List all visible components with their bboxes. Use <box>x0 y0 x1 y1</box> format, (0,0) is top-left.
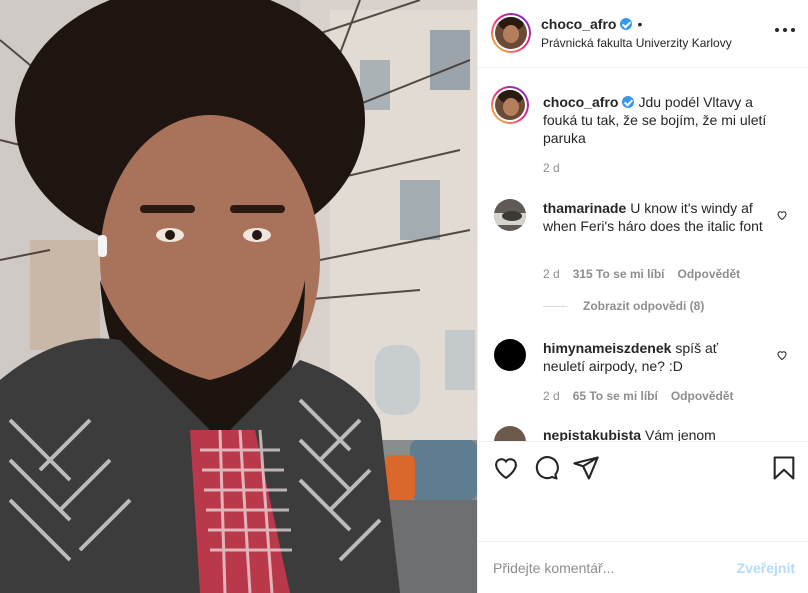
bookmark-icon[interactable] <box>770 454 798 482</box>
verified-badge-icon <box>620 18 633 30</box>
caption-username[interactable]: choco_afro <box>543 94 618 110</box>
post-actions <box>478 441 808 541</box>
comment-like-heart-icon[interactable] <box>776 209 788 221</box>
replies-divider <box>543 305 567 307</box>
post-dialog: choco_afro • Právnická fakulta Univerzity… <box>0 0 808 593</box>
comment-username[interactable]: thamarinade <box>543 200 626 216</box>
comment-username[interactable]: nepistakubista <box>543 427 641 441</box>
heart-icon[interactable] <box>492 454 520 482</box>
comment-age[interactable]: 2 d <box>543 267 560 281</box>
post-sidebar: choco_afro • Právnická fakulta Univerzity… <box>477 0 808 593</box>
more-options-icon[interactable] <box>775 26 795 34</box>
comment-like-heart-icon[interactable] <box>776 349 788 361</box>
comment-reply-button[interactable]: Odpovědět <box>678 267 741 281</box>
author-avatar[interactable] <box>491 13 531 53</box>
comment-icon[interactable] <box>532 454 560 482</box>
author-username[interactable]: choco_afro <box>541 16 616 32</box>
view-replies-button[interactable]: Zobrazit odpovědi (8) <box>543 299 704 313</box>
comment-text: Vám jenom <box>645 427 716 441</box>
caption-age[interactable]: 2 d <box>543 161 560 175</box>
comment-likes[interactable]: 315 To se mi líbí <box>573 267 665 281</box>
comment-reply-button[interactable]: Odpovědět <box>671 389 734 403</box>
post-comment-button[interactable]: Zveřejnit <box>737 560 795 576</box>
comment-likes[interactable]: 65 To se mi líbí <box>573 389 658 403</box>
comments-list[interactable]: choco_afro Jdu podél Vltavy a fouká tu ta… <box>478 69 808 441</box>
comment-avatar[interactable] <box>494 199 526 231</box>
share-icon[interactable] <box>572 454 600 482</box>
comment-avatar[interactable] <box>494 426 526 441</box>
header-separator: • <box>637 16 643 32</box>
post-header: choco_afro • Právnická fakulta Univerzity… <box>478 0 808 68</box>
verified-badge-icon <box>622 96 635 108</box>
comment-avatar[interactable] <box>494 339 526 371</box>
caption-avatar[interactable] <box>491 86 529 124</box>
comment-username[interactable]: himynameiszdenek <box>543 340 671 356</box>
post-photo[interactable] <box>0 0 477 593</box>
comment-composer: Zveřejnit <box>478 541 808 593</box>
comment-input[interactable] <box>493 558 733 578</box>
selfie-image <box>0 0 477 593</box>
post-location[interactable]: Právnická fakulta Univerzity Karlovy <box>541 36 732 50</box>
comment-age[interactable]: 2 d <box>543 389 560 403</box>
view-replies-label: Zobrazit odpovědi (8) <box>583 299 705 313</box>
